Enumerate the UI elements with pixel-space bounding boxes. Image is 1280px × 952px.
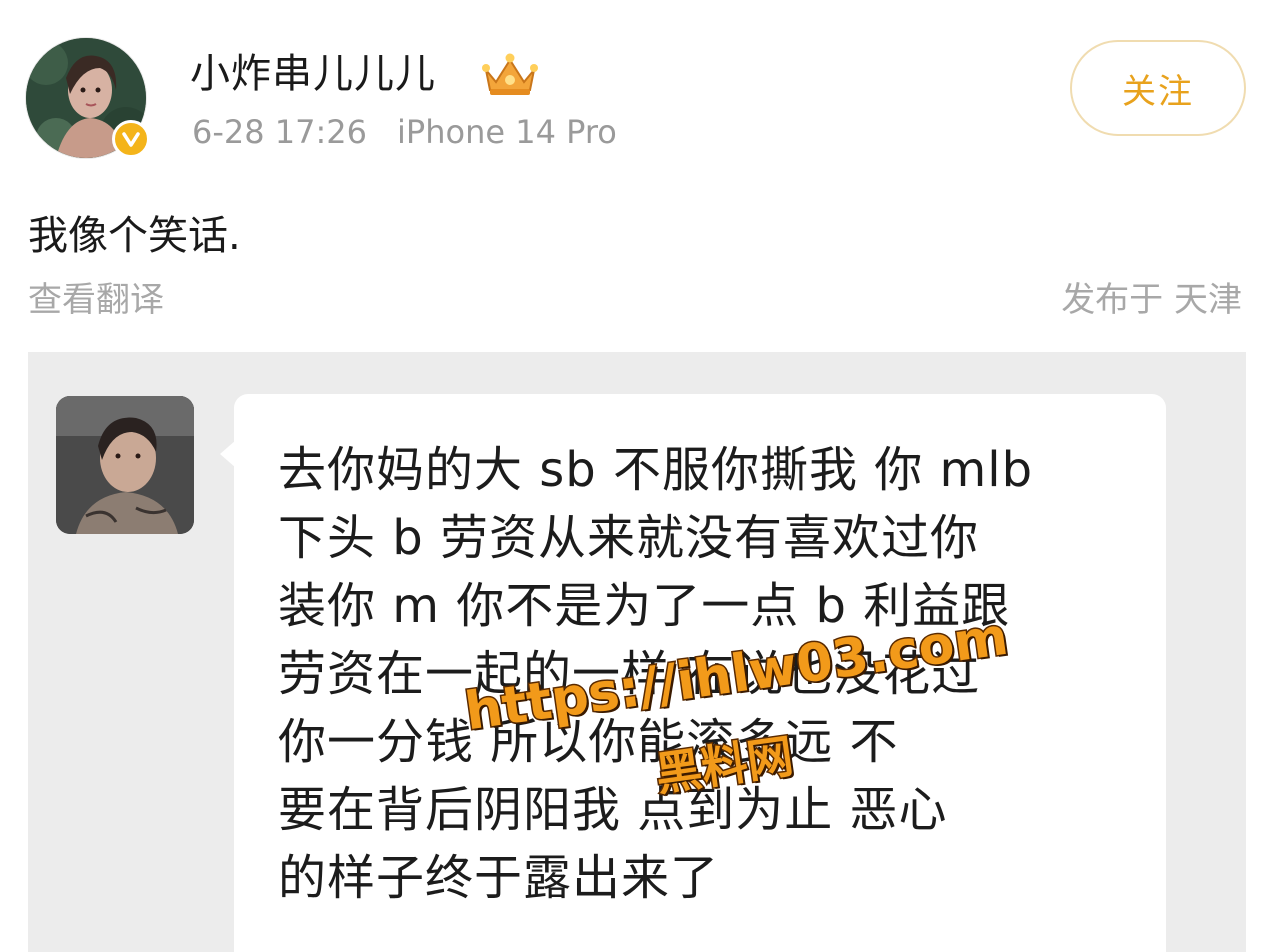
- chat-message-line: 你一分钱 所以你能滚多远 不: [278, 714, 899, 770]
- post-image[interactable]: 去你妈的大 sb 不服你撕我 你 mlb 下头 b 劳资从来就没有喜欢过你 装你 m…: [28, 352, 1246, 952]
- chat-message-line: 去你妈的大 sb 不服你撕我 你 mlb: [278, 442, 1034, 498]
- chat-message-line: 要在背后阴阳我 点到为止 恶心: [278, 782, 948, 838]
- post-date: 6-28 17:26: [192, 113, 368, 151]
- chat-message: 去你妈的大 sb 不服你撕我 你 mlb 下头 b 劳资从来就没有喜欢过你 装你 m…: [278, 436, 1158, 912]
- chat-message-line: 的样子终于露出来了: [278, 850, 720, 906]
- user-avatar[interactable]: [26, 38, 150, 162]
- crown-icon: [480, 52, 540, 98]
- post-location: 发布于 天津: [1061, 280, 1242, 320]
- post-meta: 6-28 17:26 iPhone 14 Pro: [192, 110, 617, 154]
- chat-message-line: 下头 b 劳资从来就没有喜欢过你: [278, 510, 979, 566]
- chat-message-line: 劳资在一起的一样 在说也没花过: [278, 646, 981, 702]
- chat-bubble: 去你妈的大 sb 不服你撕我 你 mlb 下头 b 劳资从来就没有喜欢过你 装你 m…: [220, 394, 1166, 952]
- weibo-post: 小炸串儿儿儿 6-28 17:26 iPhone 14 Pro 关注 我像个笑话.…: [0, 0, 1280, 952]
- post-text: 我像个笑话.: [28, 213, 241, 259]
- verified-v-icon: [112, 120, 150, 158]
- follow-button[interactable]: 关注: [1070, 40, 1246, 136]
- chat-message-line: 装你 m 你不是为了一点 b 利益跟: [278, 578, 1011, 634]
- post-device: iPhone 14 Pro: [397, 113, 617, 151]
- chat-avatar: [56, 396, 194, 534]
- translate-link[interactable]: 查看翻译: [28, 276, 164, 324]
- username[interactable]: 小炸串儿儿儿: [190, 48, 436, 100]
